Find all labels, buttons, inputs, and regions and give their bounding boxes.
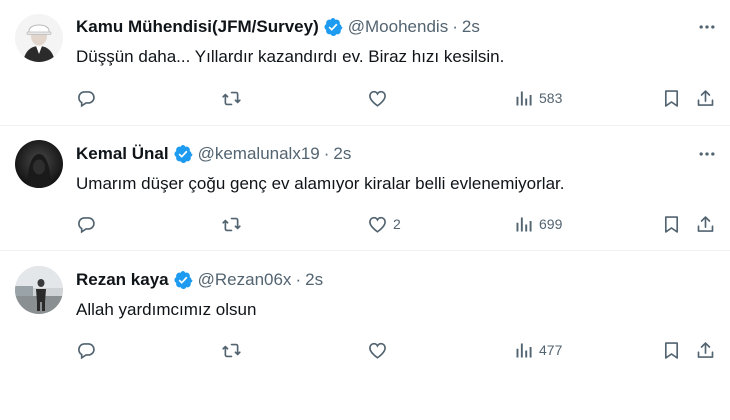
separator-dot: ·: [452, 17, 458, 36]
tweet-text: Allah yardımcımız olsun: [76, 300, 257, 319]
timestamp[interactable]: 2s: [305, 270, 323, 290]
tweet-text: Düşşün daha... Yıllardır kazandırdı ev. …: [76, 47, 505, 66]
repost-icon: [222, 217, 241, 231]
views-count: 477: [539, 342, 563, 358]
more-icon[interactable]: [696, 143, 718, 165]
reply-icon: [78, 216, 95, 233]
share-button[interactable]: [695, 86, 716, 110]
share-icon: [697, 341, 714, 358]
like-count: 2: [393, 216, 401, 232]
handle[interactable]: @kemalunalx19: [198, 144, 320, 164]
action-bar: 2 699: [0, 212, 730, 236]
bookmark-icon: [664, 215, 679, 233]
share-icon: [697, 89, 714, 106]
avatar[interactable]: [15, 266, 63, 314]
repost-icon: [222, 91, 241, 105]
handle[interactable]: @Moohendis: [348, 17, 448, 37]
action-bar: 583: [0, 86, 730, 110]
share-icon: [697, 215, 714, 232]
share-button[interactable]: [695, 338, 716, 362]
views-button[interactable]: 583: [513, 86, 562, 110]
bookmark-button[interactable]: [661, 86, 682, 110]
bookmark-button[interactable]: [661, 338, 682, 362]
bookmark-icon: [664, 341, 679, 359]
tweet-header: Kamu Mühendisi(JFM/Survey) @Moohendis · …: [76, 16, 480, 38]
views-icon: [516, 91, 532, 105]
repost-icon: [222, 343, 241, 357]
reply-button[interactable]: [76, 338, 102, 362]
bookmark-button[interactable]: [661, 212, 682, 236]
like-icon: [369, 216, 386, 233]
reply-button[interactable]: [76, 86, 102, 110]
more-icon[interactable]: [696, 16, 718, 38]
views-count: 583: [539, 90, 563, 106]
tweet-text: Umarım düşer çoğu genç ev alamıyor kiral…: [76, 174, 565, 193]
timestamp[interactable]: 2s: [462, 17, 480, 37]
like-icon: [369, 90, 386, 107]
display-name[interactable]: Kemal Ünal: [76, 144, 169, 164]
views-icon: [516, 217, 532, 231]
like-button[interactable]: [367, 86, 393, 110]
display-name[interactable]: Kamu Mühendisi(JFM/Survey): [76, 17, 319, 37]
bookmark-icon: [664, 89, 679, 107]
action-bar: 477: [0, 338, 730, 362]
tweet-header: Kemal Ünal @kemalunalx19 · 2s: [76, 143, 351, 165]
avatar[interactable]: [15, 14, 63, 62]
repost-button[interactable]: [221, 338, 247, 362]
verified-badge-icon: [323, 17, 343, 37]
repost-button[interactable]: [221, 212, 247, 236]
timestamp[interactable]: 2s: [333, 144, 351, 164]
tweet-header: Rezan kaya @Rezan06x · 2s: [76, 269, 323, 291]
views-count: 699: [539, 216, 563, 232]
reply-button[interactable]: [76, 212, 102, 236]
like-button[interactable]: 2: [367, 212, 401, 236]
handle[interactable]: @Rezan06x: [198, 270, 292, 290]
separator-dot: ·: [295, 270, 302, 289]
views-button[interactable]: 477: [513, 338, 562, 362]
like-button[interactable]: [367, 338, 393, 362]
avatar[interactable]: [15, 140, 63, 188]
like-icon: [369, 342, 386, 359]
repost-button[interactable]: [221, 86, 247, 110]
tweet-2[interactable]: Kemal Ünal @kemalunalx19 · 2s Umarım düş…: [0, 126, 730, 250]
share-button[interactable]: [695, 212, 716, 236]
views-icon: [516, 343, 532, 357]
reply-icon: [78, 342, 95, 359]
verified-badge-icon: [173, 144, 193, 164]
separator-dot: ·: [323, 144, 330, 163]
reply-icon: [78, 90, 95, 107]
display-name[interactable]: Rezan kaya: [76, 270, 169, 290]
verified-badge-icon: [173, 270, 193, 290]
tweet-3[interactable]: Rezan kaya @Rezan06x · 2s Allah yardımcı…: [0, 251, 730, 420]
tweet-1[interactable]: Kamu Mühendisi(JFM/Survey) @Moohendis · …: [0, 0, 730, 125]
views-button[interactable]: 699: [513, 212, 562, 236]
